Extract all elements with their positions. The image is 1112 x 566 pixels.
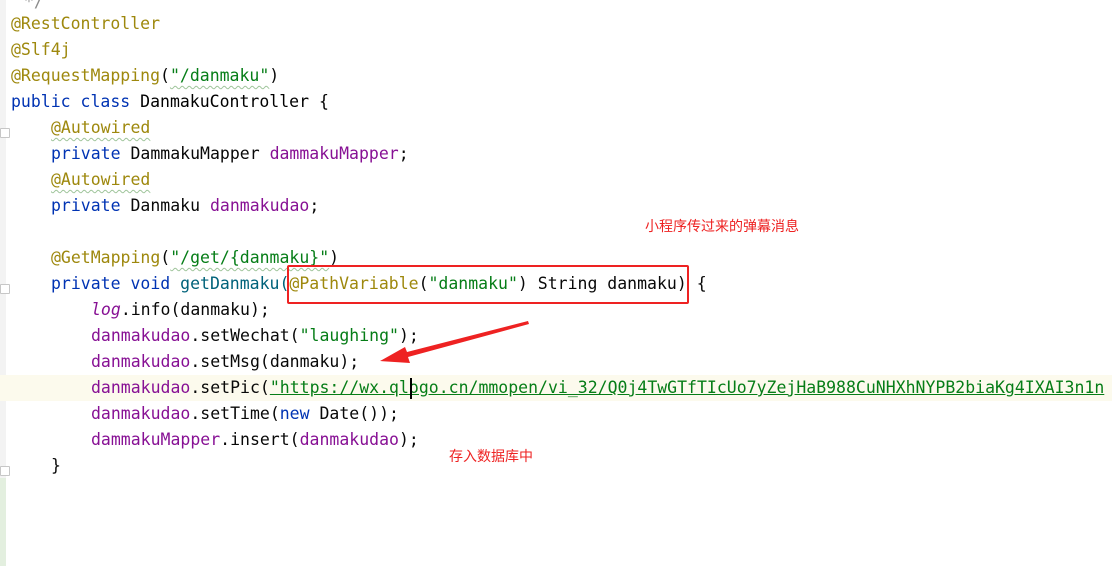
- annotation-arrow-icon: [380, 321, 529, 363]
- code-editor[interactable]: */ @RestController @Slf4j @RequestMappin…: [0, 0, 1112, 566]
